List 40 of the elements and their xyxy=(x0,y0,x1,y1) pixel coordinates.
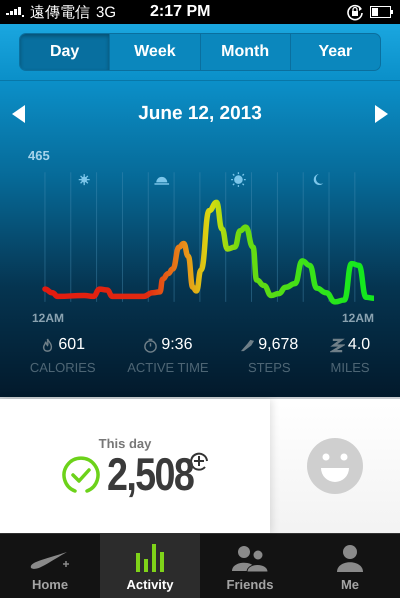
signal-icon xyxy=(6,7,24,17)
sun-icon xyxy=(230,172,246,188)
stat-value: 601 xyxy=(58,336,86,354)
next-arrow-icon[interactable] xyxy=(374,105,388,123)
time-axis-label: 12AM xyxy=(342,311,374,325)
period-tab[interactable]: Day xyxy=(20,34,110,70)
sunrise-icon xyxy=(154,176,170,185)
stat-label: ACTIVE TIME xyxy=(127,360,209,375)
stat-label: MILES xyxy=(330,360,370,375)
date-title: June 12, 2013 xyxy=(138,103,262,125)
period-tab[interactable]: Year xyxy=(290,34,380,70)
fuel-points-value: 2,508 xyxy=(107,450,194,496)
clock-time: 2:17 PM xyxy=(150,3,210,21)
stat-value: 4.0 xyxy=(348,336,370,354)
battery-icon xyxy=(370,6,394,18)
tab-bar-item[interactable]: Home xyxy=(0,534,100,598)
stat-label: CALORIES xyxy=(30,360,96,375)
rotation-lock-icon xyxy=(346,3,364,21)
tab-bar-item[interactable]: Friends xyxy=(200,534,300,598)
tab-bar-item[interactable]: Me xyxy=(300,534,400,598)
period-tab[interactable]: Week xyxy=(110,34,200,70)
time-axis-label: 12AM xyxy=(32,311,64,325)
night-icon xyxy=(78,173,90,186)
people-icon xyxy=(232,544,268,572)
max-value-label: 465 xyxy=(28,148,50,163)
swoosh-icon xyxy=(29,550,71,572)
tab-bar-item[interactable]: Activity xyxy=(100,534,200,598)
stat-label: STEPS xyxy=(248,360,291,375)
summary-title: This day xyxy=(98,436,152,450)
carrier-name: 遠傳電信 xyxy=(30,2,90,22)
stat-value: 9,678 xyxy=(258,336,298,354)
person-icon xyxy=(337,544,363,572)
bar-chart-icon xyxy=(135,544,165,572)
network-type: 3G xyxy=(96,4,116,20)
previous-arrow-icon[interactable] xyxy=(12,105,26,123)
smiley-face-icon xyxy=(306,437,364,495)
period-tab[interactable]: Month xyxy=(200,34,291,70)
moon-icon xyxy=(314,174,324,186)
stat-value: 9:36 xyxy=(161,336,192,354)
stopwatch-icon xyxy=(143,338,158,352)
